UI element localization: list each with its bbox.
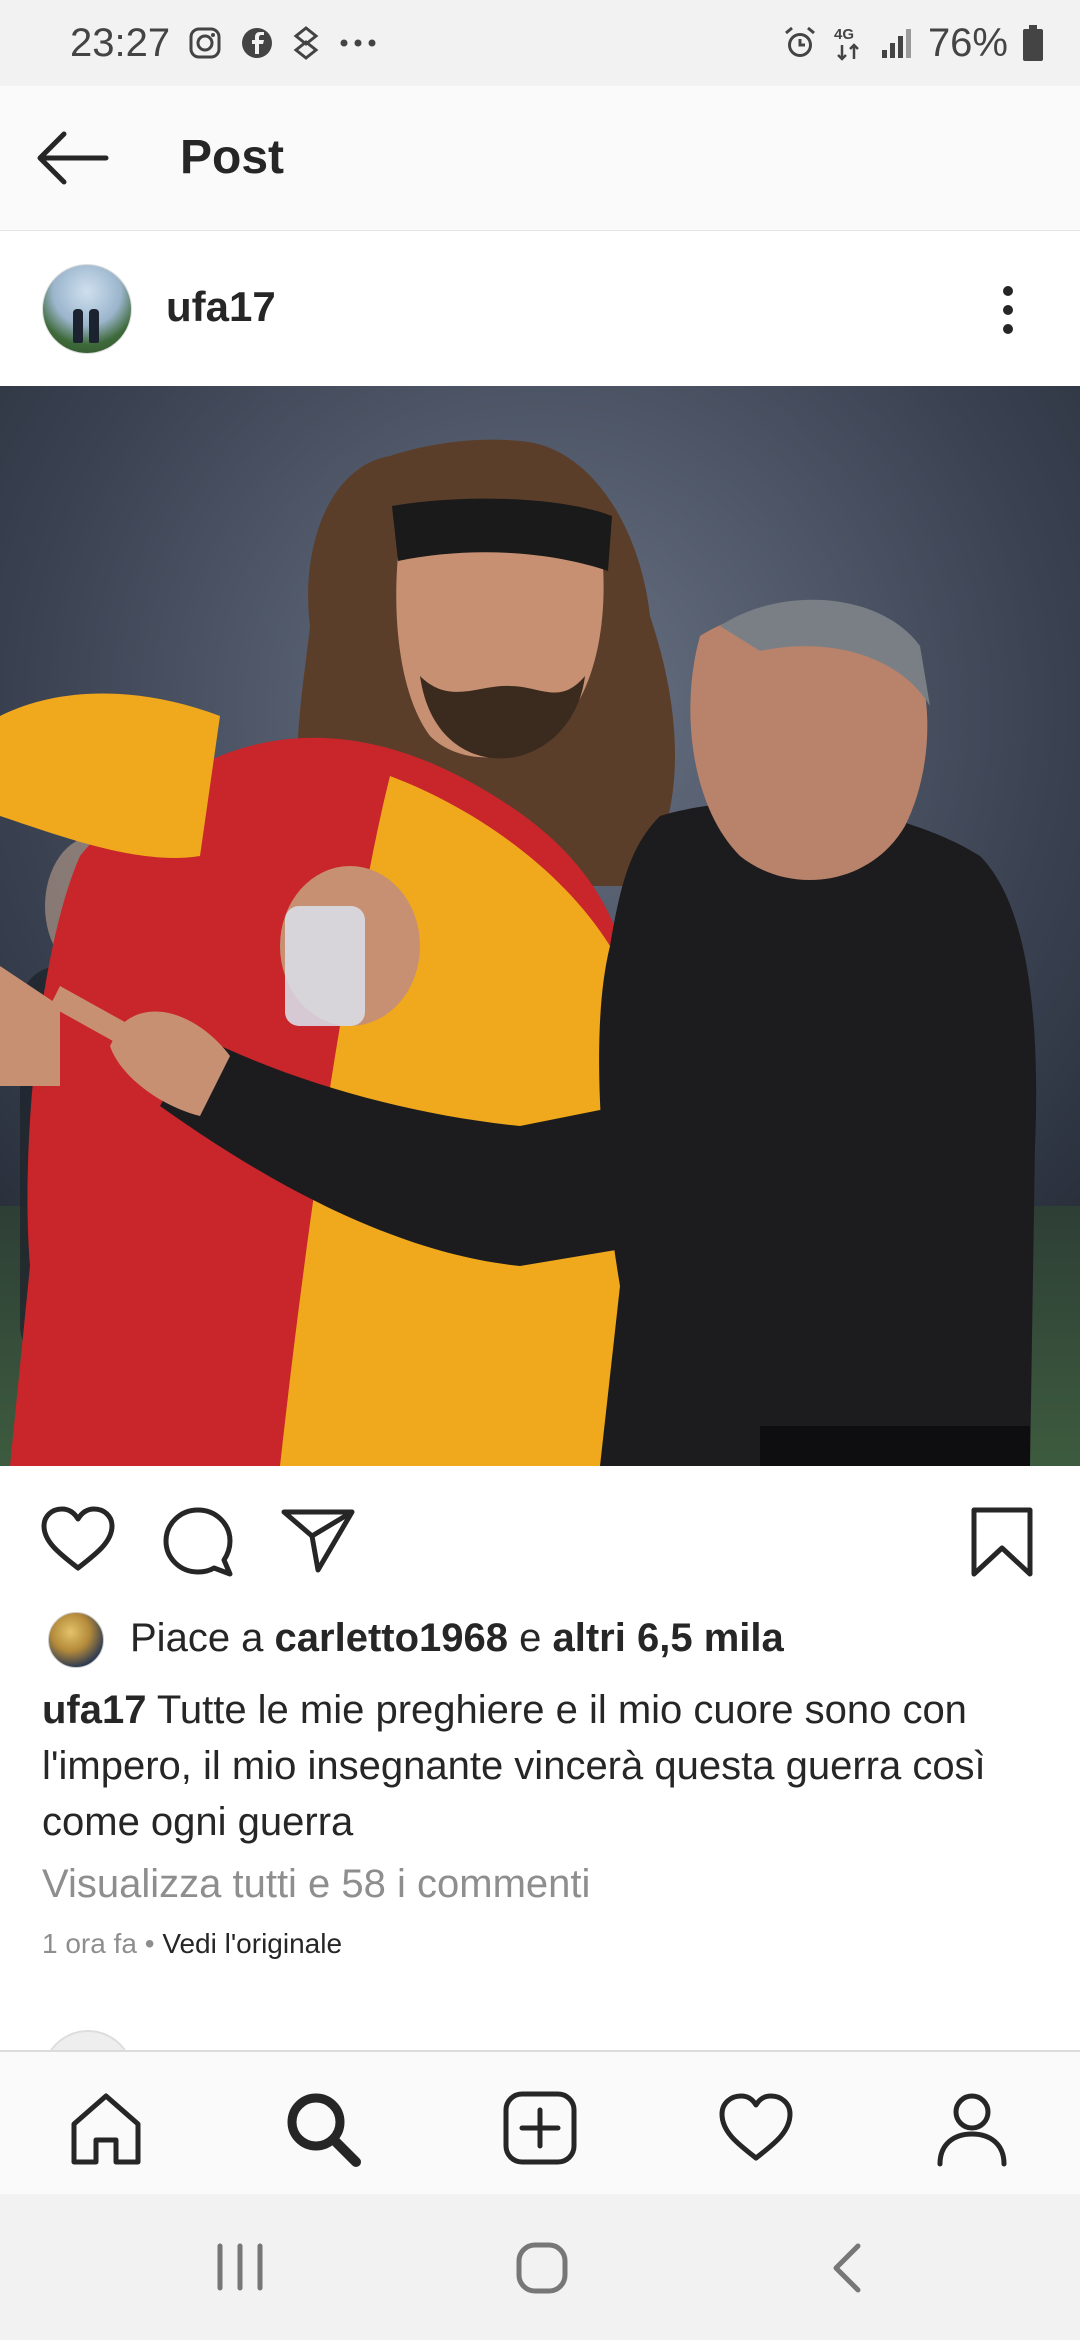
bookmark-icon[interactable] [970, 1506, 1034, 1583]
share-icon[interactable] [280, 1506, 356, 1579]
back-button[interactable] [34, 128, 110, 188]
alarm-icon [782, 25, 818, 61]
back-chevron-icon[interactable] [826, 2240, 866, 2301]
view-comments-link[interactable]: Visualizza tutti e 58 i commenti [42, 1862, 590, 1907]
activity-heart-icon[interactable] [716, 2088, 796, 2168]
likes-text: Piace a carletto1968 e altri 6,5 mila [130, 1616, 784, 1661]
facebook-icon [240, 26, 274, 60]
new-post-icon[interactable] [500, 2088, 580, 2168]
likes-others[interactable]: altri 6,5 mila [553, 1616, 784, 1660]
caption-text: Tutte le mie preghiere e il mio cuore so… [42, 1688, 986, 1844]
dot [1003, 286, 1013, 296]
post-header: ufa17 [0, 230, 1080, 387]
heart-icon[interactable] [40, 1506, 116, 1579]
profile-icon[interactable] [932, 2088, 1012, 2168]
status-left: 23:27 [70, 21, 378, 66]
post-username[interactable]: ufa17 [166, 283, 276, 331]
dot [1003, 305, 1013, 315]
instagram-icon [188, 26, 222, 60]
liker-avatar [48, 1612, 104, 1668]
home-circle-icon[interactable] [514, 2240, 570, 2301]
meta-separator: • [136, 1928, 163, 1959]
app-notification-icon [292, 26, 320, 60]
caption-username[interactable]: ufa17 [42, 1688, 147, 1732]
recents-icon[interactable] [214, 2240, 266, 2299]
battery-percent: 76% [927, 20, 1008, 65]
app-header: Post [0, 86, 1080, 230]
status-time: 23:27 [70, 20, 171, 65]
battery-icon [1022, 24, 1044, 62]
post-meta: 1 ora fa • Vedi l'originale [42, 1928, 342, 1960]
time-ago: 1 ora fa [42, 1928, 137, 1959]
signal-icon [880, 26, 914, 60]
system-nav-bar [0, 2194, 1080, 2340]
home-icon[interactable] [66, 2088, 146, 2168]
more-options-button[interactable] [990, 281, 1026, 341]
arrow-left-icon [37, 131, 109, 185]
status-right: 4G 76% [782, 21, 1044, 66]
search-icon[interactable] [282, 2088, 362, 2168]
page-title: Post [180, 131, 285, 184]
likes-row[interactable]: Piace a carletto1968 e altri 6,5 mila [0, 1602, 1080, 1674]
dot [1003, 324, 1013, 334]
action-bar [0, 1466, 1080, 1616]
post-caption: ufa17 Tutte le mie preghiere e il mio cu… [42, 1682, 1042, 1850]
svg-text:4G: 4G [834, 26, 854, 43]
avatar[interactable] [42, 264, 132, 354]
bottom-nav [0, 2050, 1080, 2196]
comment-icon[interactable] [162, 1506, 234, 1583]
network-4g-icon: 4G [832, 23, 866, 63]
likes-user[interactable]: carletto1968 [275, 1616, 508, 1660]
more-notifications-icon [338, 37, 378, 49]
likes-prefix: Piace a [130, 1616, 275, 1660]
likes-middle: e [508, 1616, 553, 1660]
see-original-link[interactable]: Vedi l'originale [162, 1928, 342, 1959]
post-photo [0, 386, 1080, 1466]
status-bar: 23:27 4G 76% [0, 0, 1080, 86]
post-image[interactable] [0, 386, 1080, 1466]
